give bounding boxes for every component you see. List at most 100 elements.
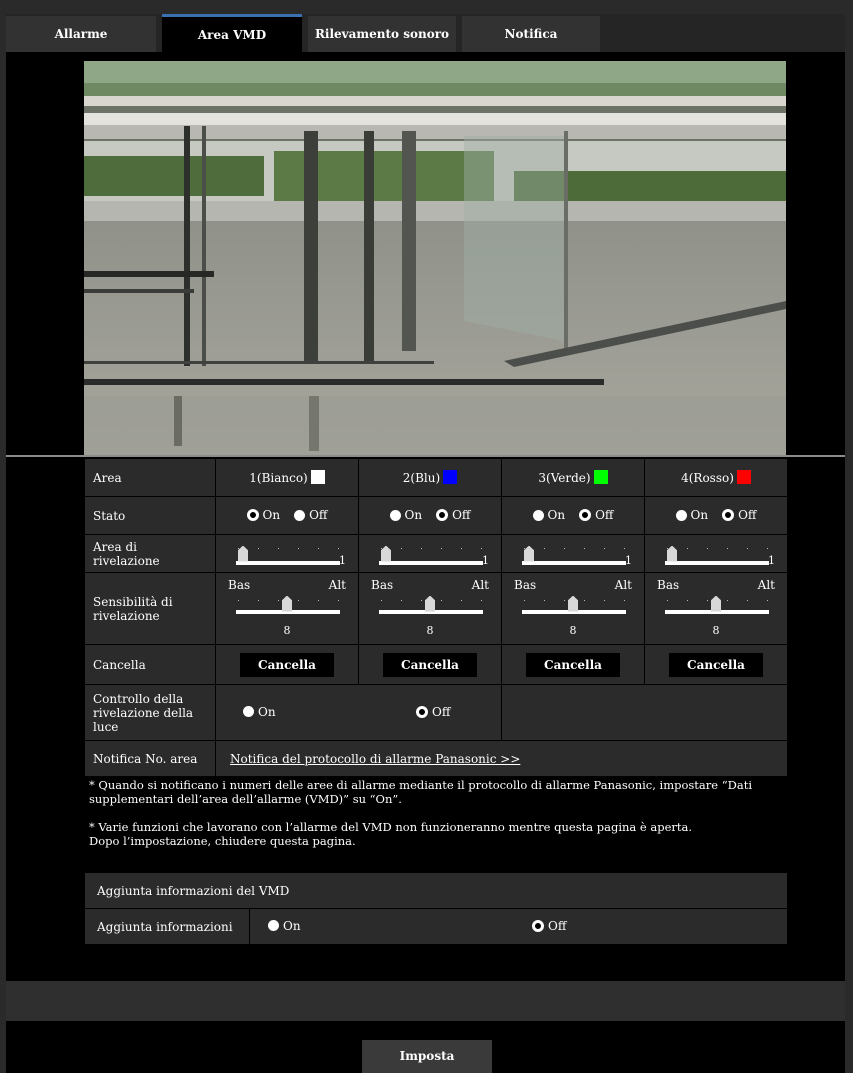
stato-on-radio[interactable]: On (389, 508, 422, 522)
stato-row: Stato On Off On Off On Off On Off (84, 496, 788, 535)
cancella-button-4[interactable]: Cancella (669, 652, 763, 677)
panasonic-protocol-link[interactable]: Notifica del protocollo di allarme Panas… (230, 752, 520, 766)
cancella-button-1[interactable]: Cancella (240, 652, 334, 677)
sens-value: 8 (712, 623, 720, 637)
size-slider[interactable]: 1 (510, 538, 636, 570)
footer-spacer (6, 981, 845, 1021)
stato-off-radio[interactable]: Off (579, 508, 613, 522)
size-slider[interactable]: 1 (367, 538, 493, 570)
vmd-info-on-radio[interactable]: On (268, 919, 301, 933)
high-label: Alt (328, 577, 346, 592)
tab-area-vmd[interactable]: Area VMD (162, 14, 302, 55)
area-settings-table: Area 1(Bianco) 2(Blu) 3(Verde) 4(Rosso) … (84, 458, 788, 777)
sens-slider[interactable]: Bas Alt 8 (224, 574, 350, 644)
area-size-slider[interactable]: 1 (644, 534, 788, 573)
sensitivity-slider[interactable]: Bas Alt 8 (644, 572, 788, 645)
stato-on-radio[interactable]: On (675, 508, 708, 522)
slider-value: 1 (625, 553, 632, 567)
cancella-button-2[interactable]: Cancella (383, 652, 477, 677)
radio-button (243, 706, 254, 718)
cancella-cell: Cancella (644, 644, 788, 685)
imposta-button[interactable]: Imposta (362, 1040, 492, 1073)
controllo-luce-off-radio[interactable]: Off (416, 705, 450, 719)
tab-allarme[interactable]: Allarme (6, 16, 156, 52)
vmd-info-on-cell: On (249, 908, 513, 945)
cancella-cell: Cancella (358, 644, 502, 685)
radio-button (532, 509, 544, 521)
slider-ticks (379, 547, 483, 550)
area-col-1: 1(Bianco) (215, 458, 359, 497)
vmd-header: Aggiunta informazioni del VMD (84, 872, 788, 909)
area-col-4: 4(Rosso) (644, 458, 788, 497)
area-rivelazione-label: Area di rivelazione (84, 534, 216, 573)
area-size-slider[interactable]: 1 (215, 534, 359, 573)
sens-value: 8 (569, 623, 577, 637)
notifica-area-row: Notifica No. area Notifica del protocoll… (84, 740, 788, 777)
controllo-luce-on-radio[interactable]: On (243, 705, 276, 719)
vmd-info-row: Aggiunta informazioni On Off (84, 908, 788, 945)
radio-button (579, 508, 592, 521)
stato-off-radio[interactable]: Off (722, 508, 756, 522)
slider-thumb[interactable] (568, 595, 578, 612)
color-swatch (593, 470, 608, 484)
tab-bar: Allarme Area VMD Rilevamento sonoro Noti… (6, 14, 845, 55)
high-label: Alt (757, 577, 775, 592)
color-swatch (310, 470, 325, 484)
camera-scene (84, 61, 786, 456)
cancella-cell: Cancella (215, 644, 359, 685)
controllo-luce-label: Controllo della rivelazione della luce (84, 684, 216, 741)
cancella-button-3[interactable]: Cancella (526, 652, 620, 677)
slider-ticks (665, 547, 769, 550)
note-2-line-2: Dopo l’impostazione, chiudere questa pag… (89, 834, 356, 848)
stato-on-radio[interactable]: On (532, 508, 565, 522)
slider-track (379, 560, 483, 565)
slider-thumb[interactable] (282, 595, 292, 612)
radio-button (246, 508, 259, 521)
slider-thumb[interactable] (425, 595, 435, 612)
stato-off-radio[interactable]: Off (436, 508, 470, 522)
area-col-3: 3(Verde) (501, 458, 645, 497)
sensitivity-slider[interactable]: Bas Alt 8 (215, 572, 359, 645)
sens-value: 8 (426, 623, 434, 637)
sens-slider[interactable]: Bas Alt 8 (653, 574, 779, 644)
low-label: Bas (657, 577, 680, 592)
camera-image[interactable] (84, 61, 786, 456)
area-size-slider[interactable]: 1 (358, 534, 502, 573)
separator (6, 455, 845, 457)
color-swatch (736, 470, 751, 484)
slider-thumb[interactable] (711, 595, 721, 612)
sens-value: 8 (283, 623, 291, 637)
sensitivity-slider[interactable]: Bas Alt 8 (501, 572, 645, 645)
slider-ticks (522, 547, 626, 550)
vmd-info-off-radio[interactable]: Off (532, 919, 566, 933)
low-label: Bas (514, 577, 537, 592)
sens-slider[interactable]: Bas Alt 8 (510, 574, 636, 644)
sensibilita-row: Sensibilità di rivelazione Bas Alt 8 Bas Al… (84, 572, 788, 645)
size-slider[interactable]: 1 (224, 538, 350, 570)
controllo-luce-off-cell: Off (416, 684, 788, 741)
stato-on-radio[interactable]: On (246, 508, 280, 522)
stato-radio-group: On Off (215, 496, 359, 535)
size-slider[interactable]: 1 (653, 538, 779, 570)
area-col-2: 2(Blu) (358, 458, 502, 497)
tab-rilevamento-sonoro[interactable]: Rilevamento sonoro (308, 16, 456, 52)
stato-radio-group: On Off (358, 496, 502, 535)
radio-button (294, 509, 306, 521)
area-label: Area (84, 458, 216, 497)
stato-off-radio[interactable]: Off (294, 508, 327, 522)
stato-radio-group: On Off (644, 496, 788, 535)
notifica-area-link-cell: Notifica del protocollo di allarme Panas… (215, 740, 788, 777)
cancella-cell: Cancella (501, 644, 645, 685)
slider-track (236, 560, 340, 565)
sens-slider[interactable]: Bas Alt 8 (367, 574, 493, 644)
controllo-luce-on-cell: On (215, 684, 502, 741)
tab-notifica[interactable]: Notifica (462, 16, 600, 52)
vmd-header-row: Aggiunta informazioni del VMD (84, 872, 788, 909)
slider-track (522, 560, 626, 565)
area-rivelazione-row: Area di rivelazione 1 1 1 1 (84, 534, 788, 573)
stato-radio-group: On Off (501, 496, 645, 535)
notifica-area-label: Notifica No. area (84, 740, 216, 777)
area-size-slider[interactable]: 1 (501, 534, 645, 573)
sensitivity-slider[interactable]: Bas Alt 8 (358, 572, 502, 645)
high-label: Alt (471, 577, 489, 592)
